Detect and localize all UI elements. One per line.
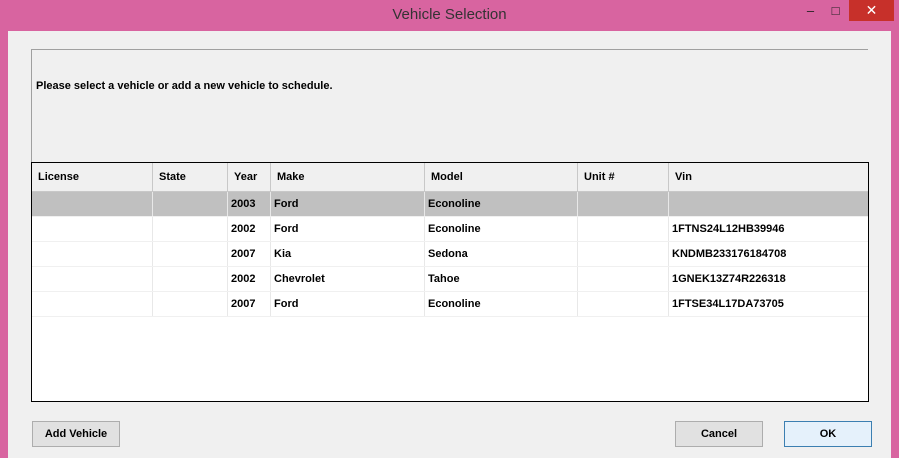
cell-state <box>153 217 228 241</box>
cell-state <box>153 242 228 266</box>
cell-model: Econoline <box>425 217 578 241</box>
window-title: Vehicle Selection <box>392 6 507 23</box>
instruction-text: Please select a vehicle or add a new veh… <box>36 80 333 92</box>
cell-unit <box>578 242 669 266</box>
title-bar[interactable]: Vehicle Selection – □ ✕ <box>0 0 899 31</box>
column-header-make[interactable]: Make <box>271 163 425 191</box>
cell-make: Ford <box>271 192 425 216</box>
vehicle-grid[interactable]: License State Year Make Model Unit # Vin… <box>31 162 869 402</box>
cell-make: Ford <box>271 217 425 241</box>
table-row[interactable]: 2007 Ford Econoline 1FTSE34L17DA73705 <box>32 292 868 317</box>
cell-license <box>32 292 153 316</box>
column-header-unit[interactable]: Unit # <box>578 163 669 191</box>
cell-model: Econoline <box>425 292 578 316</box>
cell-make: Chevrolet <box>271 267 425 291</box>
cancel-button[interactable]: Cancel <box>675 421 763 447</box>
column-header-state[interactable]: State <box>153 163 228 191</box>
vehicle-selection-window: Vehicle Selection – □ ✕ Please select a … <box>0 0 899 466</box>
cell-year: 2002 <box>228 267 271 291</box>
column-header-vin[interactable]: Vin <box>669 163 868 191</box>
cell-model: Tahoe <box>425 267 578 291</box>
cell-vin: 1FTSE34L17DA73705 <box>672 298 784 310</box>
cell-license <box>32 192 153 216</box>
cell-vin: 1FTNS24L12HB39946 <box>672 223 785 235</box>
message-panel: Please select a vehicle or add a new veh… <box>31 49 868 162</box>
table-row[interactable]: 2002 Ford Econoline 1FTNS24L12HB39946 <box>32 217 868 242</box>
maximize-icon[interactable]: □ <box>823 0 848 21</box>
cell-vin: KNDMB233176184708 <box>672 248 787 260</box>
cell-license <box>32 267 153 291</box>
minimize-icon[interactable]: – <box>798 0 823 21</box>
table-row[interactable]: 2003 Ford Econoline <box>32 192 868 217</box>
column-header-year[interactable]: Year <box>228 163 271 191</box>
cell-license <box>32 242 153 266</box>
cell-make: Ford <box>271 292 425 316</box>
cell-model: Sedona <box>425 242 578 266</box>
dialog-body: Please select a vehicle or add a new veh… <box>8 31 891 458</box>
ok-button[interactable]: OK <box>784 421 872 447</box>
table-row[interactable]: 2002 Chevrolet Tahoe 1GNEK13Z74R226318 <box>32 267 868 292</box>
cell-model: Econoline <box>425 192 578 216</box>
cell-license <box>32 217 153 241</box>
cell-unit <box>578 267 669 291</box>
cell-state <box>153 192 228 216</box>
cell-vin <box>669 192 868 216</box>
column-header-model[interactable]: Model <box>425 163 578 191</box>
cell-vin: 1GNEK13Z74R226318 <box>672 273 786 285</box>
table-row[interactable]: 2007 Kia Sedona KNDMB233176184708 <box>32 242 868 267</box>
cell-year: 2007 <box>228 292 271 316</box>
cell-unit <box>578 217 669 241</box>
column-header-license[interactable]: License <box>32 163 153 191</box>
cell-state <box>153 267 228 291</box>
close-icon[interactable]: ✕ <box>849 0 894 21</box>
cell-year: 2003 <box>228 192 271 216</box>
background-strip <box>0 458 899 466</box>
add-vehicle-button[interactable]: Add Vehicle <box>32 421 120 447</box>
cell-state <box>153 292 228 316</box>
cell-unit <box>578 192 669 216</box>
grid-header: License State Year Make Model Unit # Vin <box>32 163 868 192</box>
cell-year: 2002 <box>228 217 271 241</box>
cell-year: 2007 <box>228 242 271 266</box>
cell-make: Kia <box>271 242 425 266</box>
cell-unit <box>578 292 669 316</box>
